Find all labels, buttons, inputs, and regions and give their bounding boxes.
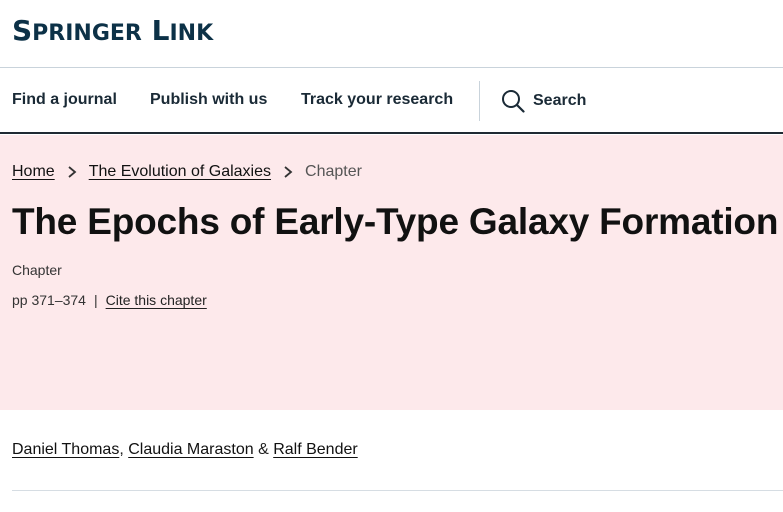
- cite-this-chapter-link[interactable]: Cite this chapter: [106, 292, 207, 308]
- logo-letter: L: [141, 14, 170, 47]
- author-comma: ,: [119, 441, 124, 458]
- page-range: pp 371–374: [12, 292, 86, 308]
- breadcrumb-home[interactable]: Home: [12, 163, 55, 181]
- logo-text: INK: [169, 21, 214, 46]
- breadcrumb-current: Chapter: [305, 163, 362, 180]
- nav-divider: [479, 81, 480, 121]
- nav-track-your-research[interactable]: Track your research: [301, 91, 453, 109]
- chevron-right-icon: [68, 166, 77, 178]
- author-ampersand: &: [258, 441, 269, 458]
- nav-publish-with-us[interactable]: Publish with us: [150, 91, 267, 109]
- chapter-header: Home The Evolution of Galaxies Chapter T…: [0, 135, 783, 410]
- logo-text: PRINGER: [32, 21, 142, 46]
- section-divider: [12, 490, 783, 491]
- main-nav: Find a journal Publish with us Track you…: [0, 68, 783, 134]
- page-title: The Epochs of Early-Type Galaxy Formatio…: [12, 201, 779, 242]
- search-button[interactable]: Search: [501, 88, 586, 114]
- nav-find-a-journal[interactable]: Find a journal: [12, 91, 117, 109]
- chevron-right-icon: [284, 166, 293, 178]
- top-header: SPRINGER LINK: [0, 0, 783, 68]
- page-info: pp 371–374 | Cite this chapter: [12, 292, 207, 308]
- author-link[interactable]: Daniel Thomas: [12, 441, 119, 458]
- springer-link-logo[interactable]: SPRINGER LINK: [12, 14, 213, 51]
- pipe-separator: |: [93, 292, 98, 308]
- author-link[interactable]: Claudia Maraston: [128, 441, 253, 458]
- search-label: Search: [533, 92, 587, 109]
- author-link[interactable]: Ralf Bender: [273, 441, 358, 458]
- author-list: Daniel Thomas, Claudia Maraston & Ralf B…: [12, 441, 358, 459]
- logo-letter: S: [12, 14, 33, 47]
- breadcrumb-book[interactable]: The Evolution of Galaxies: [89, 163, 271, 181]
- content-type-label: Chapter: [12, 262, 62, 278]
- breadcrumb: Home The Evolution of Galaxies Chapter: [12, 163, 362, 181]
- search-icon: [502, 90, 525, 113]
